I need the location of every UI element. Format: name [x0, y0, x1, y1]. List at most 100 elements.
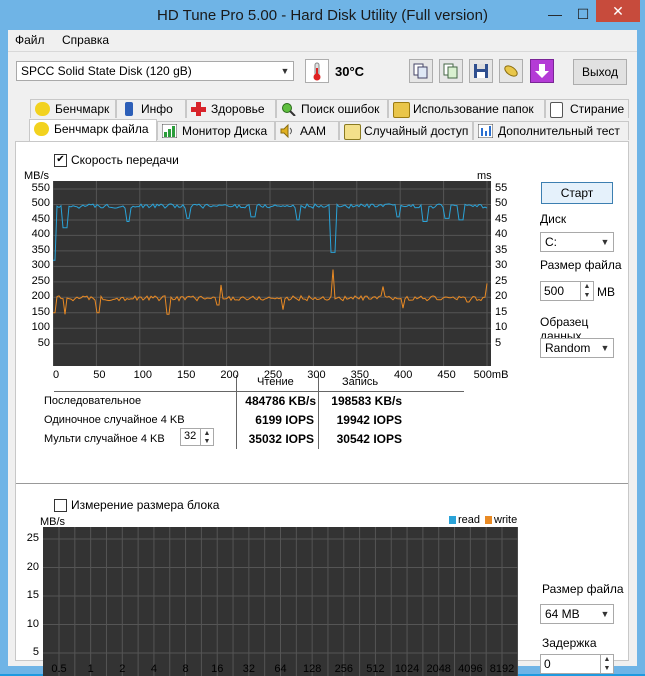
sequential-write-value: 198583 KB/s — [331, 394, 402, 408]
minimize-button[interactable]: — — [540, 4, 570, 24]
tab-health[interactable]: Здоровье — [186, 99, 276, 118]
tab-extra-test[interactable]: Дополнительный тест — [473, 121, 629, 140]
tab-file-benchmark[interactable]: Бенчмарк файла — [29, 119, 157, 141]
x-tick-label: 0 — [52, 369, 60, 381]
block-file-size-select[interactable]: 64 MB ▼ — [540, 604, 614, 624]
block-x-tick-label: 128 — [302, 663, 322, 675]
block-x-tick-label: 32 — [242, 663, 255, 675]
y-tick-label-left: 300 — [31, 259, 50, 272]
tab-erase[interactable]: Стирание — [545, 99, 629, 118]
y-tick-label-left: 450 — [31, 212, 50, 225]
spin-up-icon[interactable]: ▲ — [600, 655, 613, 664]
block-x-tick-label: 8 — [182, 663, 189, 675]
tab-info[interactable]: Инфо — [116, 99, 186, 118]
spin-up-icon[interactable]: ▲ — [200, 429, 213, 437]
error-scan-icon — [281, 102, 296, 117]
block-y-tick-label: 5 — [32, 646, 39, 658]
copy-screenshot-icon[interactable] — [439, 59, 463, 83]
file-size-stepper[interactable]: 500 ▲ ▼ — [540, 281, 594, 301]
title-bar: HD Tune Pro 5.00 - Hard Disk Utility (Fu… — [0, 0, 645, 30]
delay-stepper[interactable]: 0 ▲ ▼ — [540, 654, 614, 674]
divider — [54, 391, 464, 392]
y-tick-label-right: 50 — [495, 197, 508, 210]
y-tick-label-left: 50 — [37, 336, 50, 349]
y-tick-label-right: 45 — [495, 212, 508, 225]
x-tick-label: 500mB — [473, 369, 509, 381]
exit-button[interactable]: Выход — [573, 59, 627, 85]
tab-error-scan[interactable]: Поиск ошибок — [276, 99, 388, 118]
drive-select[interactable]: C: ▼ — [540, 232, 614, 252]
pattern-select[interactable]: Random ▼ — [540, 338, 614, 358]
save-icon[interactable] — [469, 59, 493, 83]
copy-info-icon[interactable] — [409, 59, 433, 83]
folder-usage-icon — [393, 102, 410, 118]
thermometer-icon — [305, 59, 329, 83]
y-tick-label-left: 400 — [31, 228, 50, 241]
file-size-value: 500 — [544, 284, 565, 298]
spin-up-icon[interactable]: ▲ — [580, 282, 593, 291]
disk-label: Диск — [540, 212, 567, 226]
block-y-tick-label: 20 — [26, 560, 39, 573]
tab-random-access[interactable]: Случайный доступ — [339, 121, 473, 140]
maximize-button[interactable]: ☐ — [570, 4, 596, 24]
file-size-unit: MB — [597, 285, 615, 299]
y-tick-label-left: 500 — [31, 197, 50, 210]
random-access-icon — [344, 124, 361, 140]
tab-benchmark[interactable]: Бенчмарк — [30, 99, 116, 118]
menu-help[interactable]: Справка — [62, 33, 109, 47]
legend-write-swatch — [485, 516, 492, 524]
legend-write: write — [494, 514, 518, 526]
spin-down-icon[interactable]: ▼ — [580, 291, 593, 300]
delay-value: 0 — [544, 657, 551, 671]
extra-test-icon — [477, 123, 494, 139]
pattern-select-value: Random — [545, 341, 591, 355]
spin-down-icon[interactable]: ▼ — [600, 664, 613, 673]
chevron-down-icon: ▼ — [600, 237, 610, 247]
legend-read: read — [458, 514, 481, 526]
queue-depth-stepper[interactable]: 32 ▲ ▼ — [180, 428, 214, 446]
block-size-checkbox[interactable] — [54, 499, 67, 512]
y-tick-label-right: 15 — [495, 305, 508, 318]
y-tick-label-right: 20 — [495, 290, 508, 303]
x-tick-label: 200 — [220, 369, 239, 381]
block-x-tick-label: 256 — [334, 663, 353, 675]
block-file-size-label: Размер файла — [542, 582, 624, 596]
x-tick-label: 400 — [394, 369, 413, 381]
block-x-tick-label: 1024 — [394, 663, 420, 675]
y-tick-label-left: 250 — [31, 274, 50, 287]
y-tick-label-left: 350 — [31, 243, 50, 256]
file-benchmark-panel: ✔ Скорость передачи MB/s ms Чтение Запис… — [15, 141, 629, 676]
delay-label: Задержка — [542, 636, 597, 650]
download-arrow-icon[interactable] — [530, 59, 554, 83]
tab-aam[interactable]: AAM — [275, 121, 339, 140]
spin-down-icon[interactable]: ▼ — [200, 437, 213, 445]
tab-label: Монитор Диска — [182, 124, 268, 138]
benchmark-icon — [35, 102, 50, 116]
start-button[interactable]: Старт — [541, 182, 613, 204]
tab-label: Использование папок — [413, 102, 534, 116]
chevron-down-icon: ▼ — [280, 66, 290, 76]
options-icon[interactable] — [499, 59, 523, 83]
legend-read-swatch — [449, 516, 456, 524]
disk-monitor-icon — [161, 123, 178, 139]
block-x-tick-label: 8192 — [489, 663, 515, 675]
transfer-rate-label: Скорость передачи — [71, 153, 179, 167]
tab-label: Стирание — [570, 102, 625, 116]
transfer-rate-checkbox[interactable]: ✔ — [54, 154, 67, 167]
close-button[interactable]: ✕ — [596, 0, 640, 22]
tab-label: Здоровье — [211, 102, 265, 116]
menu-file[interactable]: Файл — [15, 33, 45, 47]
chevron-down-icon: ▼ — [600, 609, 610, 619]
tab-label: Инфо — [141, 102, 173, 116]
single-random-write-value: 19942 IOPS — [336, 413, 402, 427]
aam-icon — [280, 123, 295, 139]
row-label-single-random: Одиночное случайное 4 KB — [44, 414, 185, 426]
block-x-tick-label: 16 — [211, 663, 224, 675]
block-y-tick-label: 15 — [26, 589, 39, 601]
tab-folder-usage[interactable]: Использование папок — [388, 99, 545, 118]
tab-label: Поиск ошибок — [301, 102, 380, 116]
disk-select[interactable]: SPCC Solid State Disk (120 gB) ▼ — [16, 61, 294, 81]
tab-disk-monitor[interactable]: Монитор Диска — [157, 121, 275, 140]
tab-label: Случайный доступ — [364, 124, 469, 138]
block-file-size-value: 64 MB — [545, 607, 580, 621]
